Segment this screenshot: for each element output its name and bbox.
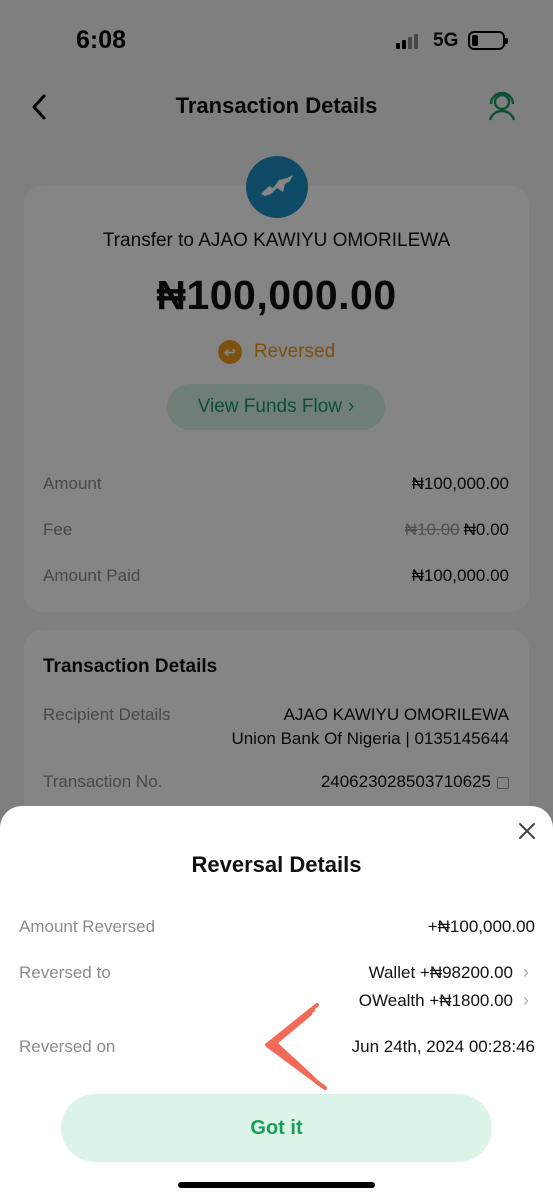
- wallet-value: Wallet +₦98200.00: [368, 962, 513, 982]
- sheet-title: Reversal Details: [191, 852, 362, 877]
- got-it-button[interactable]: Got it: [61, 1094, 492, 1162]
- close-icon[interactable]: [517, 821, 537, 841]
- amount-reversed-value: +₦100,000.00: [427, 917, 535, 936]
- reversed-on-label: Reversed on: [19, 1037, 116, 1056]
- wallet-link[interactable]: Wallet +₦98200.00 ›: [369, 962, 529, 983]
- red-arrow-annotation: [265, 1003, 327, 1090]
- amount-reversed-label: Amount Reversed: [19, 917, 156, 936]
- amount-reversed-row: Amount Reversed +₦100,000.00: [19, 917, 535, 937]
- reversed-on-value: Jun 24th, 2024 00:28:46: [351, 1037, 535, 1056]
- chevron-right-icon: ›: [523, 990, 529, 1010]
- reversed-to-label: Reversed to: [19, 963, 111, 982]
- chevron-right-icon: ›: [523, 962, 529, 982]
- owealth-value: OWealth +₦1800.00: [358, 990, 513, 1010]
- home-indicator[interactable]: [178, 1182, 375, 1188]
- owealth-link[interactable]: OWealth +₦1800.00 ›: [359, 990, 529, 1011]
